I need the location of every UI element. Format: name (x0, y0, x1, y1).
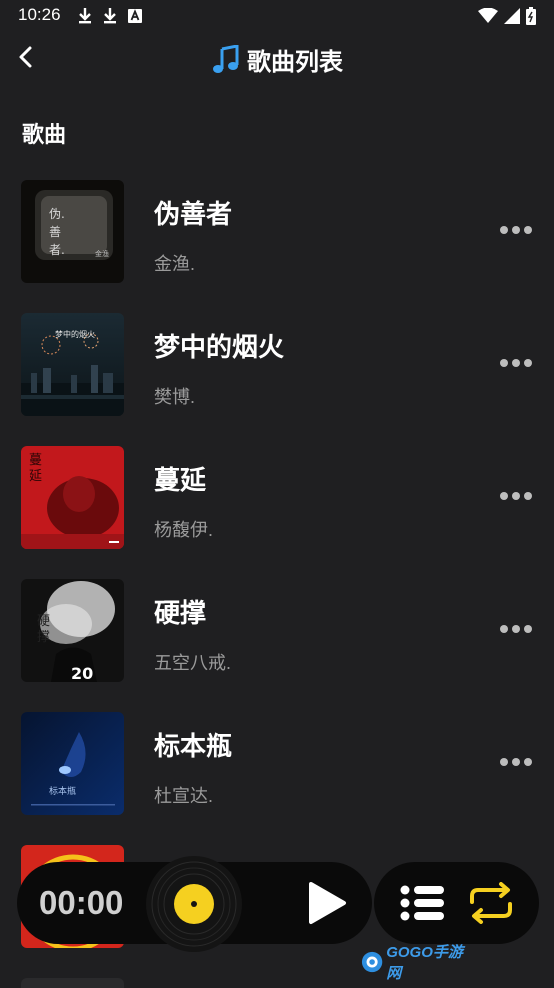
svg-text:延: 延 (29, 469, 42, 484)
more-options-icon[interactable] (500, 755, 532, 769)
svg-text:标本瓶: 标本瓶 (49, 785, 76, 797)
watermark-badge-icon (361, 951, 383, 973)
song-artist: 金渔. (154, 254, 196, 274)
download-icon (79, 8, 91, 24)
album-cover: 标本瓶 (21, 712, 124, 815)
song-row[interactable]: 蔓 延 蔓延 杨馥伊. (0, 446, 554, 556)
song-artist: 樊博. (154, 387, 196, 407)
wifi-icon (478, 8, 498, 23)
svg-text:梦中的烟火: 梦中的烟火 (55, 329, 95, 339)
playback-time: 00:00 (39, 884, 124, 921)
album-cover: 20 硬 撑 (21, 579, 124, 682)
section-title: 歌曲 (22, 122, 67, 147)
status-bar: 10:26 (0, 0, 554, 32)
song-title: 标本瓶 (154, 731, 233, 761)
more-options-icon[interactable] (500, 622, 532, 636)
page-title: 歌曲列表 (247, 49, 343, 76)
player-controls (374, 862, 539, 944)
svg-text:金渔: 金渔 (95, 249, 109, 258)
status-system-icons (478, 7, 536, 25)
music-note-icon (213, 44, 239, 73)
song-artist: 杨馥伊. (154, 520, 214, 540)
playlist-icon[interactable] (400, 884, 446, 922)
song-row[interactable]: 20 硬 撑 硬撑 五空八戒. (0, 579, 554, 689)
svg-text:20: 20 (71, 664, 93, 682)
song-title: 蔓延 (154, 465, 207, 495)
song-artist: 杜宣达. (154, 786, 214, 806)
app-header: 歌曲列表 (0, 32, 554, 82)
svg-text:蔓: 蔓 (29, 453, 42, 468)
song-title: 伪善者 (154, 199, 233, 229)
song-title: 硬撑 (154, 598, 207, 628)
header-title-group: 歌曲列表 (0, 42, 554, 77)
svg-text:善: 善 (49, 224, 61, 239)
album-cover (21, 978, 124, 988)
svg-text:伪.: 伪. (49, 207, 65, 221)
song-artist: 五空八戒. (154, 653, 232, 673)
play-icon[interactable] (300, 878, 350, 928)
more-options-icon[interactable] (500, 489, 532, 503)
song-title: 梦中的烟火 (154, 332, 285, 362)
song-row[interactable]: 标本瓶 标本瓶 杜宣达. (0, 712, 554, 822)
watermark-text: GOGO手游网 (386, 944, 463, 982)
svg-text:撑: 撑 (37, 630, 50, 645)
more-options-icon[interactable] (500, 223, 532, 237)
status-time: 10:26 (18, 5, 61, 24)
svg-text:者.: 者. (49, 243, 65, 257)
signal-icon (504, 8, 520, 24)
status-notification-icons (77, 7, 143, 25)
repeat-icon[interactable] (466, 882, 516, 924)
song-row[interactable]: 梦中的烟火 梦中的烟火 樊博. (0, 313, 554, 423)
battery-icon (526, 7, 536, 25)
album-cover: 伪. 善 者. 金渔 (21, 180, 124, 283)
font-a-icon (128, 9, 142, 23)
download-icon (104, 8, 116, 24)
more-options-icon[interactable] (500, 356, 532, 370)
song-row[interactable]: 伪. 善 者. 金渔 伪善者 金渔. (0, 180, 554, 290)
album-cover: 蔓 延 (21, 446, 124, 549)
vinyl-disc-icon[interactable] (146, 856, 242, 952)
svg-text:硬: 硬 (37, 614, 50, 629)
album-cover: 梦中的烟火 (21, 313, 124, 416)
watermark-logo: GOGO手游网 (361, 944, 471, 982)
